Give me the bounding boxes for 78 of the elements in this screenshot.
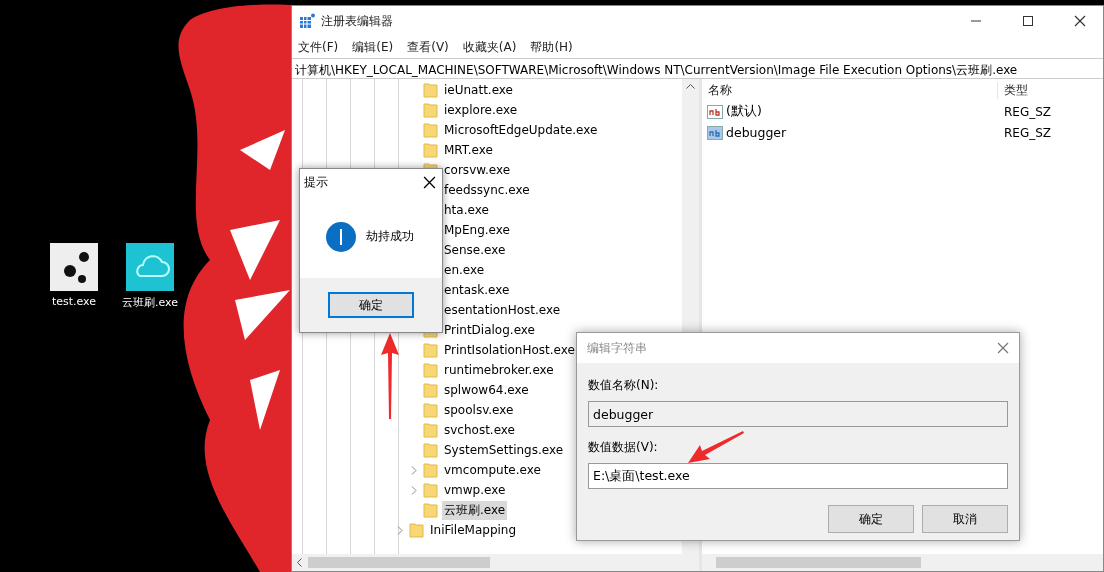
tree-item[interactable]: entask.exe: [442, 282, 512, 298]
tree-item[interactable]: iexplore.exe: [442, 102, 520, 118]
folder-icon: [423, 102, 438, 118]
folder-icon: [423, 482, 438, 498]
dialog-message: 劫持成功: [366, 228, 414, 245]
arrow-annotation: [688, 431, 744, 465]
tree-item[interactable]: SystemSettings.exe: [442, 442, 566, 458]
expand-chevron-icon[interactable]: [397, 525, 406, 535]
folder-icon: [423, 502, 438, 518]
dialog-title: 提示: [304, 173, 328, 191]
tree-item[interactable]: IniFileMapping: [428, 522, 519, 538]
scroll-left-icon[interactable]: [296, 558, 302, 567]
tree-item[interactable]: feedssync.exe: [442, 182, 532, 198]
tree-item[interactable]: hta.exe: [442, 202, 491, 218]
folder-icon: [423, 382, 438, 398]
tree-item[interactable]: corsvw.exe: [442, 162, 513, 178]
value-name[interactable]: debugger: [726, 125, 787, 140]
horizontal-scrollbar[interactable]: [292, 554, 699, 571]
cancel-button[interactable]: 取消: [922, 505, 1008, 533]
tree-item[interactable]: vmwp.exe: [442, 482, 508, 498]
field-label: 数值数据(V):: [588, 439, 659, 456]
folder-icon: [409, 522, 424, 538]
tree-item[interactable]: MRT.exe: [442, 142, 495, 158]
menu-item[interactable]: 查看(V): [407, 38, 449, 56]
tree-item[interactable]: PrintIsolationHost.exe: [442, 342, 577, 358]
ok-button[interactable]: 确定: [328, 292, 414, 318]
folder-icon: [423, 142, 438, 158]
tree-item[interactable]: runtimebroker.exe: [442, 362, 556, 378]
folder-icon: [423, 402, 438, 418]
tree-item[interactable]: MpEng.exe: [442, 222, 512, 238]
close-icon[interactable]: [1074, 15, 1086, 27]
tree-item[interactable]: en.exe: [442, 262, 487, 278]
tree-item[interactable]: 云班刷.exe: [442, 500, 508, 520]
tree-item[interactable]: svchost.exe: [442, 422, 517, 438]
menu-item[interactable]: 编辑(E): [352, 38, 394, 56]
tree-item[interactable]: vmcompute.exe: [442, 462, 543, 478]
window-title: 注册表编辑器: [321, 12, 394, 30]
folder-icon: [423, 122, 438, 138]
value-data-field[interactable]: E:\桌面\test.exe: [588, 463, 1008, 489]
scroll-up-icon[interactable]: [686, 83, 695, 89]
menu-item[interactable]: 收藏夹(A): [462, 38, 517, 56]
tree-item[interactable]: PrintDialog.exe: [442, 322, 537, 338]
dialog-title: 编辑字符串: [587, 339, 647, 357]
info-icon: [326, 221, 356, 252]
value-type: REG_SZ: [1003, 125, 1052, 140]
tree-item[interactable]: ieUnatt.exe: [442, 82, 515, 98]
column-header[interactable]: 类型: [998, 81, 1028, 99]
desktop-icon-label[interactable]: 云班刷.exe: [122, 295, 178, 310]
folder-icon: [423, 422, 438, 438]
value-name-field[interactable]: debugger: [588, 401, 1008, 427]
address-bar[interactable]: 计算机\HKEY_LOCAL_MACHINE\SOFTWARE\Microsoft\Windows NT\CurrentVersion\Image File Execution Options\云班刷.exe: [292, 58, 1103, 79]
folder-icon: [423, 362, 438, 378]
app-icon: [299, 13, 315, 29]
folder-icon: [423, 462, 438, 478]
tree-item[interactable]: spoolsv.exe: [442, 402, 516, 418]
close-icon[interactable]: [423, 175, 436, 189]
value-type: REG_SZ: [1003, 104, 1052, 119]
horizontal-scrollbar[interactable]: [702, 554, 1103, 571]
folder-icon: [423, 82, 438, 98]
folder-icon: [423, 342, 438, 358]
string-value-icon: [707, 124, 723, 141]
desktop-icon-label[interactable]: test.exe: [51, 295, 97, 308]
menu-item[interactable]: 文件(F): [298, 38, 339, 56]
expand-chevron-icon[interactable]: [411, 485, 420, 495]
tree-item[interactable]: MicrosoftEdgeUpdate.exe: [442, 122, 600, 138]
field-label: 数值名称(N):: [588, 377, 660, 394]
tree-item[interactable]: esentationHost.exe: [442, 302, 563, 318]
folder-icon: [423, 442, 438, 458]
column-header[interactable]: 名称: [702, 81, 998, 99]
ok-button[interactable]: 确定: [828, 505, 914, 533]
menu-item[interactable]: 帮助(H): [530, 38, 573, 56]
photo-placeholder[interactable]: [50, 243, 98, 291]
tree-item[interactable]: Sense.exe: [442, 242, 508, 258]
expand-chevron-icon[interactable]: [411, 465, 420, 475]
cloud-app-icon[interactable]: [126, 243, 174, 291]
string-value-icon: [707, 103, 723, 120]
tree-item[interactable]: splwow64.exe: [442, 382, 531, 398]
value-name[interactable]: (默认): [726, 103, 762, 120]
